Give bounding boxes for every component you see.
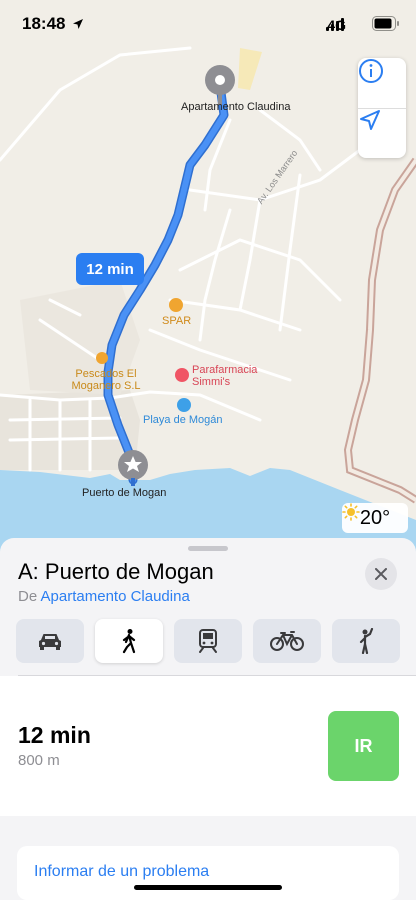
walk-icon (122, 629, 136, 654)
origin-link[interactable]: Apartamento Claudina (41, 588, 190, 605)
train-icon (199, 629, 217, 653)
location-arrow-icon (360, 110, 380, 130)
location-services-icon (73, 19, 83, 29)
rideshare-icon (359, 628, 374, 654)
destination-label: Puerto de Mogan (82, 487, 167, 499)
map-canvas[interactable] (0, 0, 416, 560)
close-icon (375, 568, 387, 580)
location-button[interactable] (358, 108, 406, 158)
home-indicator[interactable] (134, 885, 282, 890)
weather-temp: 20° (359, 506, 391, 529)
origin-label: Apartamento Claudina (181, 101, 291, 113)
mode-walk[interactable] (95, 619, 163, 663)
transport-mode-selector (16, 619, 400, 663)
route-option[interactable]: 12 min 800 m IR (0, 676, 416, 816)
bike-icon (270, 631, 304, 651)
status-time: 18:48 (22, 14, 66, 33)
mode-bike[interactable] (253, 619, 321, 663)
route-distance: 800 m (18, 752, 60, 769)
mode-car[interactable] (16, 619, 84, 663)
poi-pescados-label: Pescados El Moganero S.L (71, 368, 141, 392)
info-button[interactable] (358, 58, 406, 108)
info-icon (359, 59, 383, 83)
sheet-grabber[interactable] (188, 546, 228, 551)
poi-parafarmacia-label: Parafarmacia Simmi's (192, 364, 258, 388)
go-button[interactable]: IR (328, 711, 399, 781)
status-bar: 18:48 4G (0, 0, 416, 50)
destination-title: A: Puerto de Mogan (18, 559, 214, 584)
route-duration: 12 min (18, 722, 91, 748)
map-controls (358, 58, 406, 158)
from-prefix: De (18, 588, 38, 605)
poi-playa-label: Playa de Mogán (143, 414, 223, 426)
battery-icon (372, 16, 399, 31)
report-problem-button[interactable]: Informar de un problema (17, 846, 399, 900)
car-icon (39, 634, 61, 650)
beach-poi-icon[interactable] (177, 398, 191, 412)
mode-transit[interactable] (174, 619, 242, 663)
origin-pin[interactable] (205, 65, 235, 105)
mode-rideshare[interactable] (332, 619, 400, 663)
report-problem-label: Informar de un problema (34, 863, 210, 880)
map-view[interactable]: Apartamento Claudina Puerto de Mogan SPA… (0, 0, 416, 560)
pescados-poi-icon[interactable] (96, 352, 108, 364)
route-eta-badge[interactable]: 12 min (76, 253, 144, 285)
spar-poi-icon[interactable] (169, 298, 183, 312)
pharmacy-poi-icon[interactable] (175, 368, 189, 382)
network-type: 4G (327, 17, 346, 33)
directions-sheet: A: Puerto de Mogan De Apartamento Claudi… (0, 538, 416, 900)
close-button[interactable] (365, 558, 397, 590)
sun-icon (342, 503, 360, 521)
origin-line: De Apartamento Claudina (18, 588, 190, 605)
poi-spar-label: SPAR (162, 315, 192, 327)
weather-badge: 20° (342, 503, 408, 533)
